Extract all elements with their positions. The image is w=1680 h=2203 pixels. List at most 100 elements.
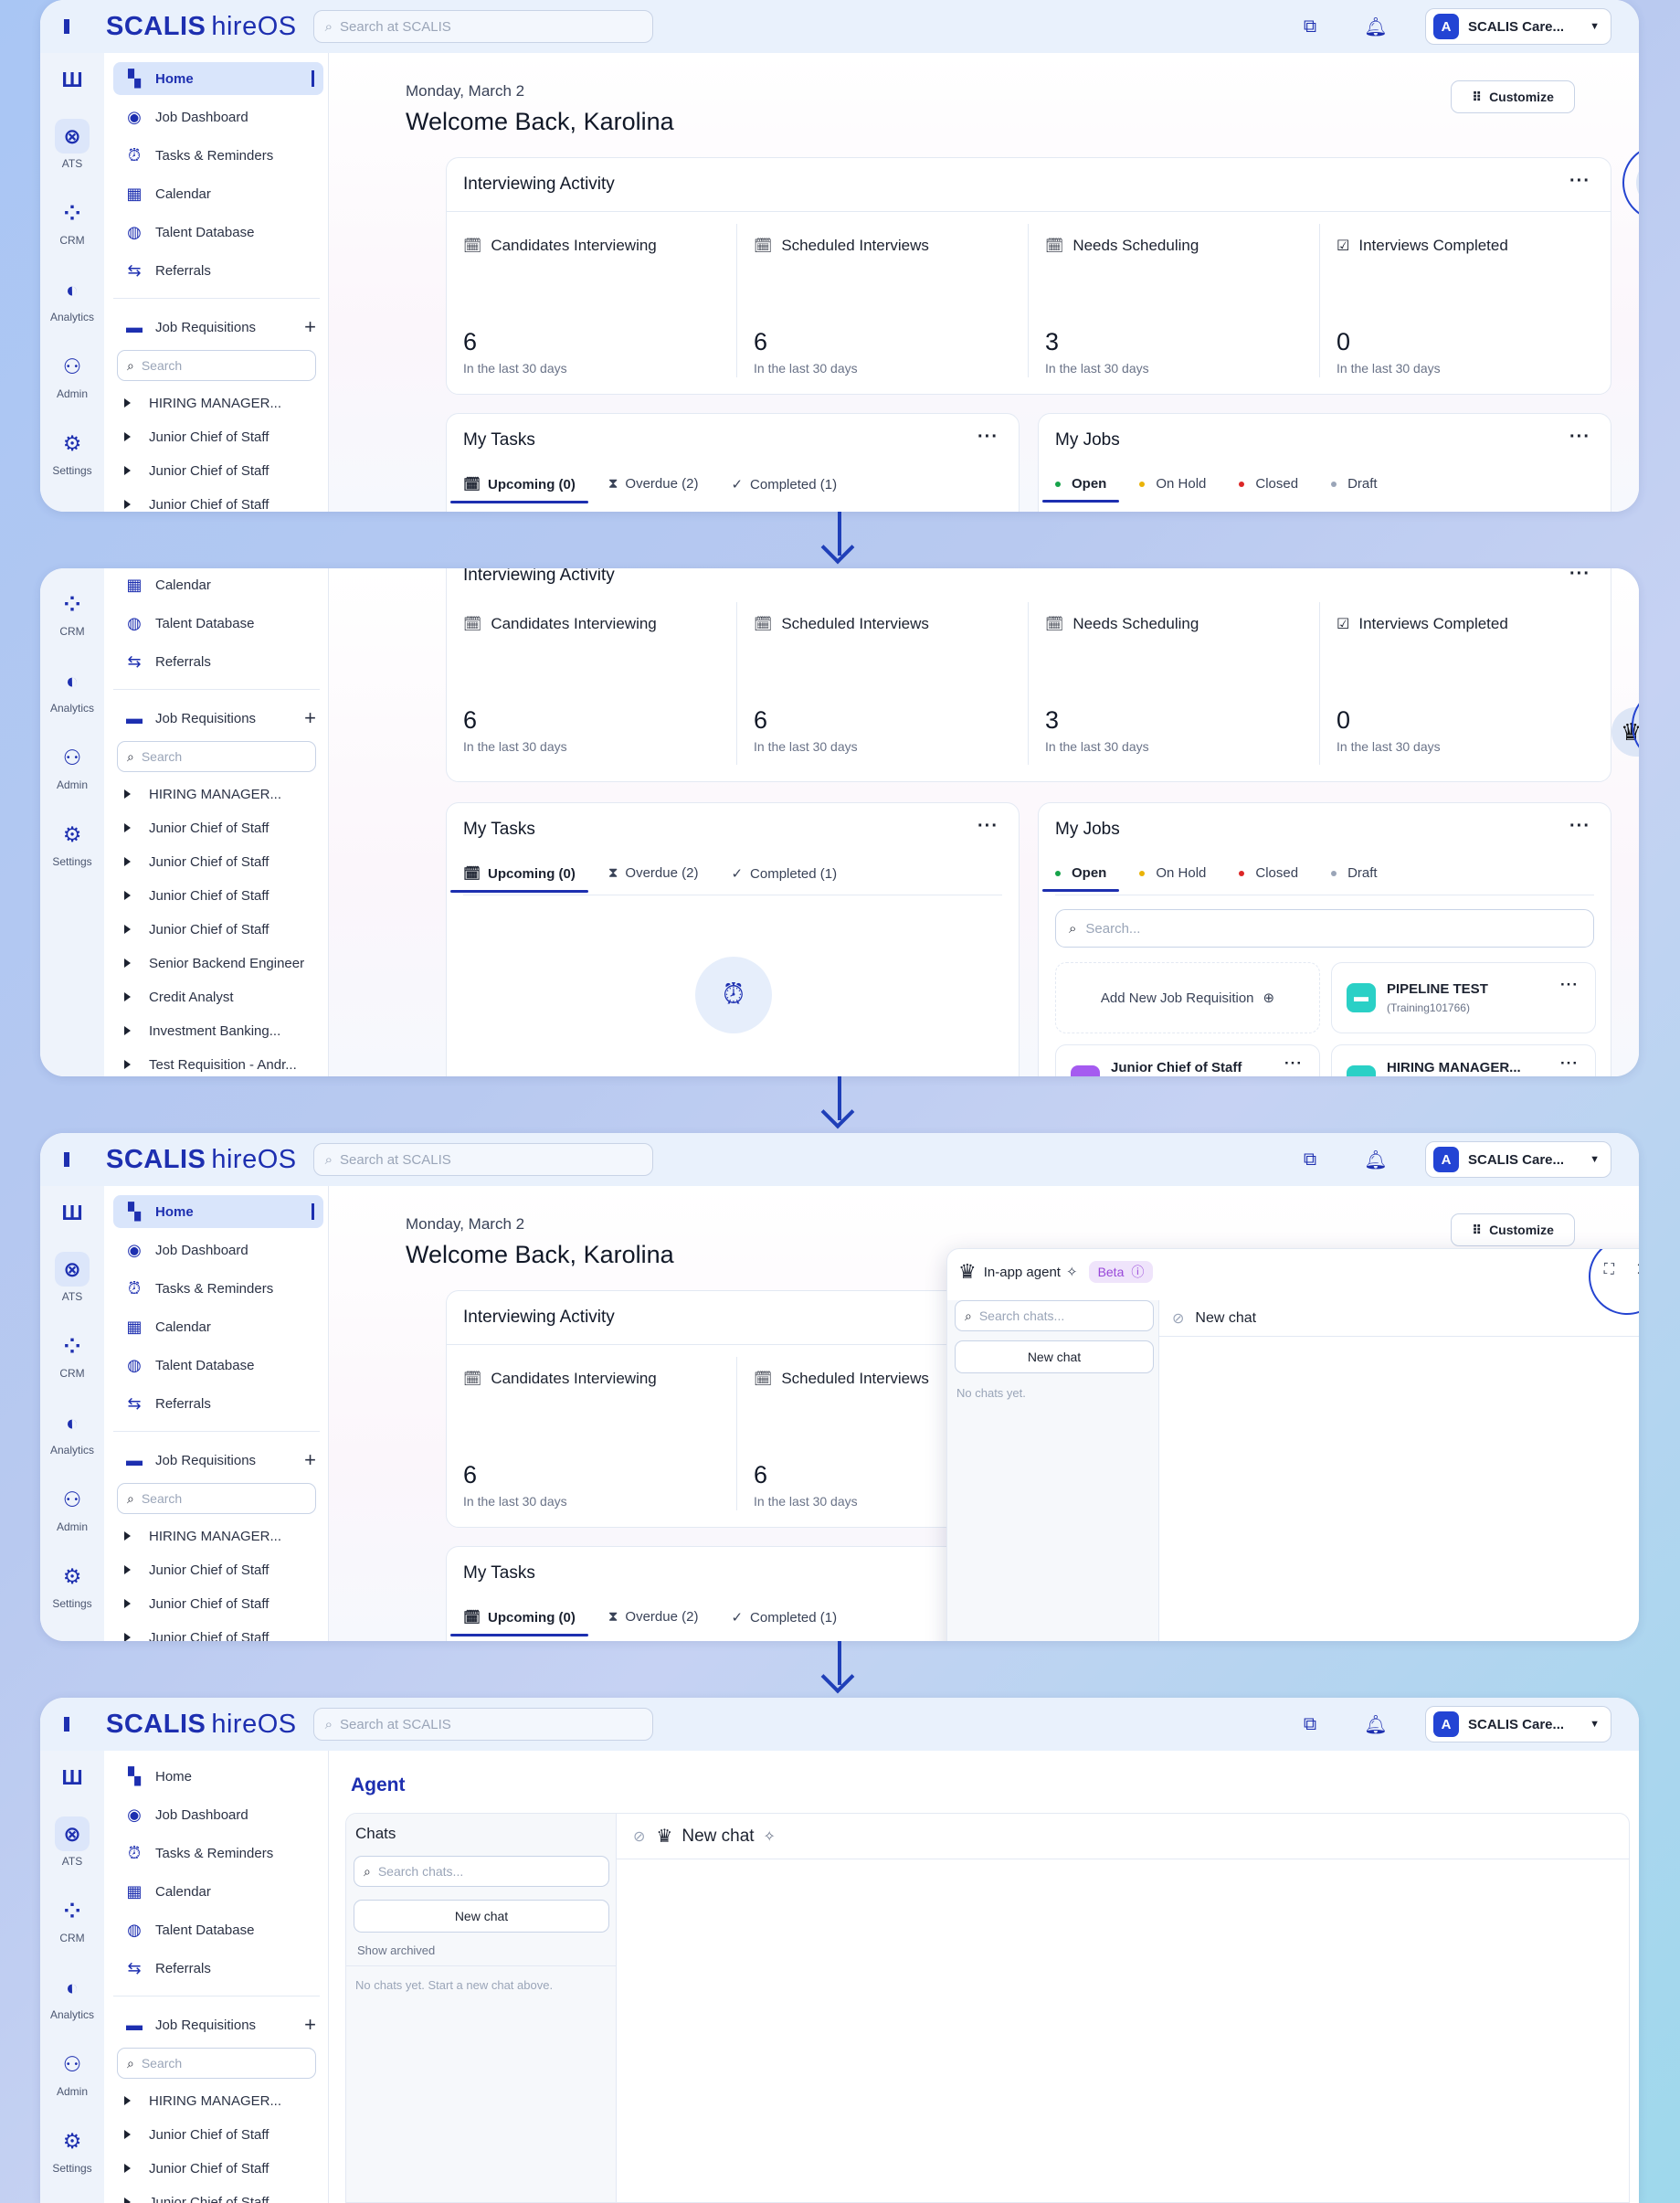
new-chat-button[interactable]: New chat [955, 1340, 1154, 1373]
global-search-input[interactable]: ⌕ Search at SCALIS [312, 1143, 653, 1176]
requisition-item[interactable]: Junior Chief of Staff [124, 2195, 312, 2203]
customize-button[interactable]: ⠿ Customize [1451, 1213, 1575, 1246]
requisition-item[interactable]: Junior Chief of Staff [124, 1596, 312, 1612]
requisition-item[interactable]: HIRING MANAGER... [124, 2093, 312, 2109]
sidebar-toggle-icon[interactable] [64, 1152, 69, 1167]
requisition-item[interactable]: Junior Chief of Staff [124, 2127, 312, 2143]
requisition-search-input[interactable]: ⌕ Search [117, 741, 316, 772]
sidebar-toggle-icon[interactable] [64, 1717, 69, 1732]
add-icon[interactable]: + [304, 2013, 316, 2037]
requisition-item[interactable]: Junior Chief of Staff [124, 1630, 312, 1641]
sidebar-item-referrals[interactable]: ⇆ Referrals [113, 645, 323, 678]
rail-settings[interactable]: ⚙ Settings [40, 817, 104, 868]
sidebar-item-calendar[interactable]: ▦ Calendar [113, 1875, 323, 1908]
sidebar-toggle-icon[interactable] [64, 19, 69, 34]
bell-icon[interactable]: 🔔︎ [1359, 1708, 1392, 1741]
sidebar-item-referrals[interactable]: ⇆ Referrals [113, 1387, 323, 1420]
org-selector[interactable]: A SCALIS Care... ▼ [1425, 8, 1611, 45]
agent-avatar-button[interactable]: ♛ [1622, 144, 1639, 221]
more-icon[interactable]: ··· [1569, 171, 1590, 192]
sidebar-item-home[interactable]: ▚ Home [113, 1195, 323, 1228]
sidebar-item-job-dashboard[interactable]: ◉ Job Dashboard [113, 101, 323, 133]
tab-open[interactable]: Open [1041, 865, 1120, 892]
sidebar-item-job-dashboard[interactable]: ◉ Job Dashboard [113, 1234, 323, 1266]
chat-icon[interactable]: ⧉ [1294, 1708, 1326, 1741]
jobs-search-input[interactable]: ⌕ Search... [1055, 909, 1594, 948]
requisition-item[interactable]: Junior Chief of Staff [124, 429, 312, 445]
rail-jobs[interactable]: Ш [40, 1195, 104, 1234]
requisition-item[interactable]: Junior Chief of Staff [124, 888, 312, 904]
tab-draft[interactable]: Draft [1331, 476, 1378, 503]
sidebar-item-calendar[interactable]: ▦ Calendar [113, 177, 323, 210]
requisition-search-input[interactable]: ⌕ Search [117, 1483, 316, 1514]
rail-ats[interactable]: ⊗ ATS [40, 1252, 104, 1303]
tab-draft[interactable]: Draft [1331, 865, 1378, 892]
global-search-input[interactable]: ⌕ Search at SCALIS [312, 10, 653, 43]
requisition-item[interactable]: HIRING MANAGER... [124, 396, 312, 411]
new-chat-button[interactable]: New chat [354, 1900, 609, 1933]
requisition-item[interactable]: Junior Chief of Staff [124, 2161, 312, 2177]
tab-closed[interactable]: Closed [1239, 865, 1298, 892]
chat-search-input[interactable]: ⌕ Search chats... [354, 1856, 609, 1887]
more-icon[interactable]: ··· [977, 427, 998, 448]
sidebar-item-job-requisitions[interactable]: ▬ Job Requisitions + [113, 702, 323, 735]
tab-overdue[interactable]: ⧗ Overdue (2) [608, 865, 699, 893]
more-icon[interactable]: ··· [1569, 427, 1590, 448]
tab-upcoming[interactable]: 🗓︎ Upcoming (0) [450, 476, 588, 503]
job-card[interactable]: ▬ HIRING MANAGER... ··· [1331, 1044, 1596, 1076]
job-card[interactable]: ▬ Junior Chief of Staff ··· [1055, 1044, 1320, 1076]
customize-button[interactable]: ⠿ Customize [1451, 80, 1575, 113]
sidebar-item-talent[interactable]: ◍ Talent Database [113, 1349, 323, 1382]
sidebar-item-job-requisitions[interactable]: ▬ Job Requisitions + [113, 1444, 323, 1477]
bell-icon[interactable]: 🔔︎ [1359, 10, 1392, 43]
show-archived-link[interactable]: Show archived [357, 1944, 435, 1957]
sidebar-item-job-requisitions[interactable]: ▬ Job Requisitions + [113, 2008, 323, 2041]
more-icon[interactable]: ··· [1569, 568, 1590, 585]
rail-admin[interactable]: ⚇ Admin [40, 2047, 104, 2098]
requisition-item[interactable]: Junior Chief of Staff [124, 854, 312, 870]
rail-analytics[interactable]: ◐ Analytics [40, 272, 104, 323]
rail-crm[interactable]: ⁘ CRM [40, 1329, 104, 1380]
more-icon[interactable]: ··· [1569, 816, 1590, 837]
sidebar-item-home[interactable]: ▚ Home [113, 1760, 323, 1793]
rail-settings[interactable]: ⚙ Settings [40, 2124, 104, 2175]
tab-closed[interactable]: Closed [1239, 476, 1298, 503]
sidebar-item-talent[interactable]: ◍ Talent Database [113, 1913, 323, 1946]
sidebar-item-job-dashboard[interactable]: ◉ Job Dashboard [113, 1798, 323, 1831]
requisition-item[interactable]: Junior Chief of Staff [124, 463, 312, 479]
rail-ats[interactable]: ⊗ ATS [40, 119, 104, 170]
tab-completed[interactable]: ✓ Completed (1) [731, 865, 837, 893]
sidebar-item-tasks[interactable]: ⏰︎ Tasks & Reminders [113, 1272, 323, 1305]
tab-on-hold[interactable]: On Hold [1139, 865, 1206, 892]
sidebar-item-home[interactable]: ▚ Home [113, 62, 323, 95]
requisition-item[interactable]: Junior Chief of Staff [124, 922, 312, 937]
tab-upcoming[interactable]: 🗓︎ Upcoming (0) [450, 1609, 588, 1636]
rail-settings[interactable]: ⚙ Settings [40, 426, 104, 477]
chat-icon[interactable]: ⧉ [1294, 1143, 1326, 1176]
job-card[interactable]: ▬ PIPELINE TEST (Training101766) ··· [1331, 962, 1596, 1033]
requisition-search-input[interactable]: ⌕ Search [117, 2048, 316, 2079]
tab-upcoming[interactable]: 🗓︎ Upcoming (0) [450, 865, 588, 893]
chat-icon[interactable]: ⧉ [1294, 10, 1326, 43]
rail-crm[interactable]: ⁘ CRM [40, 1893, 104, 1944]
requisition-item[interactable]: Junior Chief of Staff [124, 1562, 312, 1578]
requisition-item[interactable]: Investment Banking... [124, 1023, 312, 1039]
rail-admin[interactable]: ⚇ Admin [40, 1482, 104, 1533]
global-search-input[interactable]: ⌕ Search at SCALIS [312, 1708, 653, 1741]
add-icon[interactable]: + [304, 706, 316, 730]
requisition-item[interactable]: HIRING MANAGER... [124, 787, 312, 802]
rail-admin[interactable]: ⚇ Admin [40, 349, 104, 400]
more-icon[interactable]: ··· [1560, 976, 1579, 994]
chat-search-input[interactable]: ⌕ Search chats... [955, 1300, 1154, 1331]
rail-crm[interactable]: ⁘ CRM [40, 196, 104, 247]
sidebar-item-calendar[interactable]: ▦ Calendar [113, 568, 323, 601]
sidebar-item-referrals[interactable]: ⇆ Referrals [113, 254, 323, 287]
tab-open[interactable]: Open [1041, 476, 1120, 503]
sidebar-item-referrals[interactable]: ⇆ Referrals [113, 1952, 323, 1985]
requisition-item[interactable]: Junior Chief of Staff [124, 497, 312, 512]
rail-admin[interactable]: ⚇ Admin [40, 740, 104, 791]
sidebar-item-tasks[interactable]: ⏰︎ Tasks & Reminders [113, 139, 323, 172]
sidebar-item-job-requisitions[interactable]: ▬ Job Requisitions + [113, 311, 323, 344]
org-selector[interactable]: A SCALIS Care... ▼ [1425, 1141, 1611, 1178]
tab-completed[interactable]: ✓ Completed (1) [731, 1609, 837, 1636]
